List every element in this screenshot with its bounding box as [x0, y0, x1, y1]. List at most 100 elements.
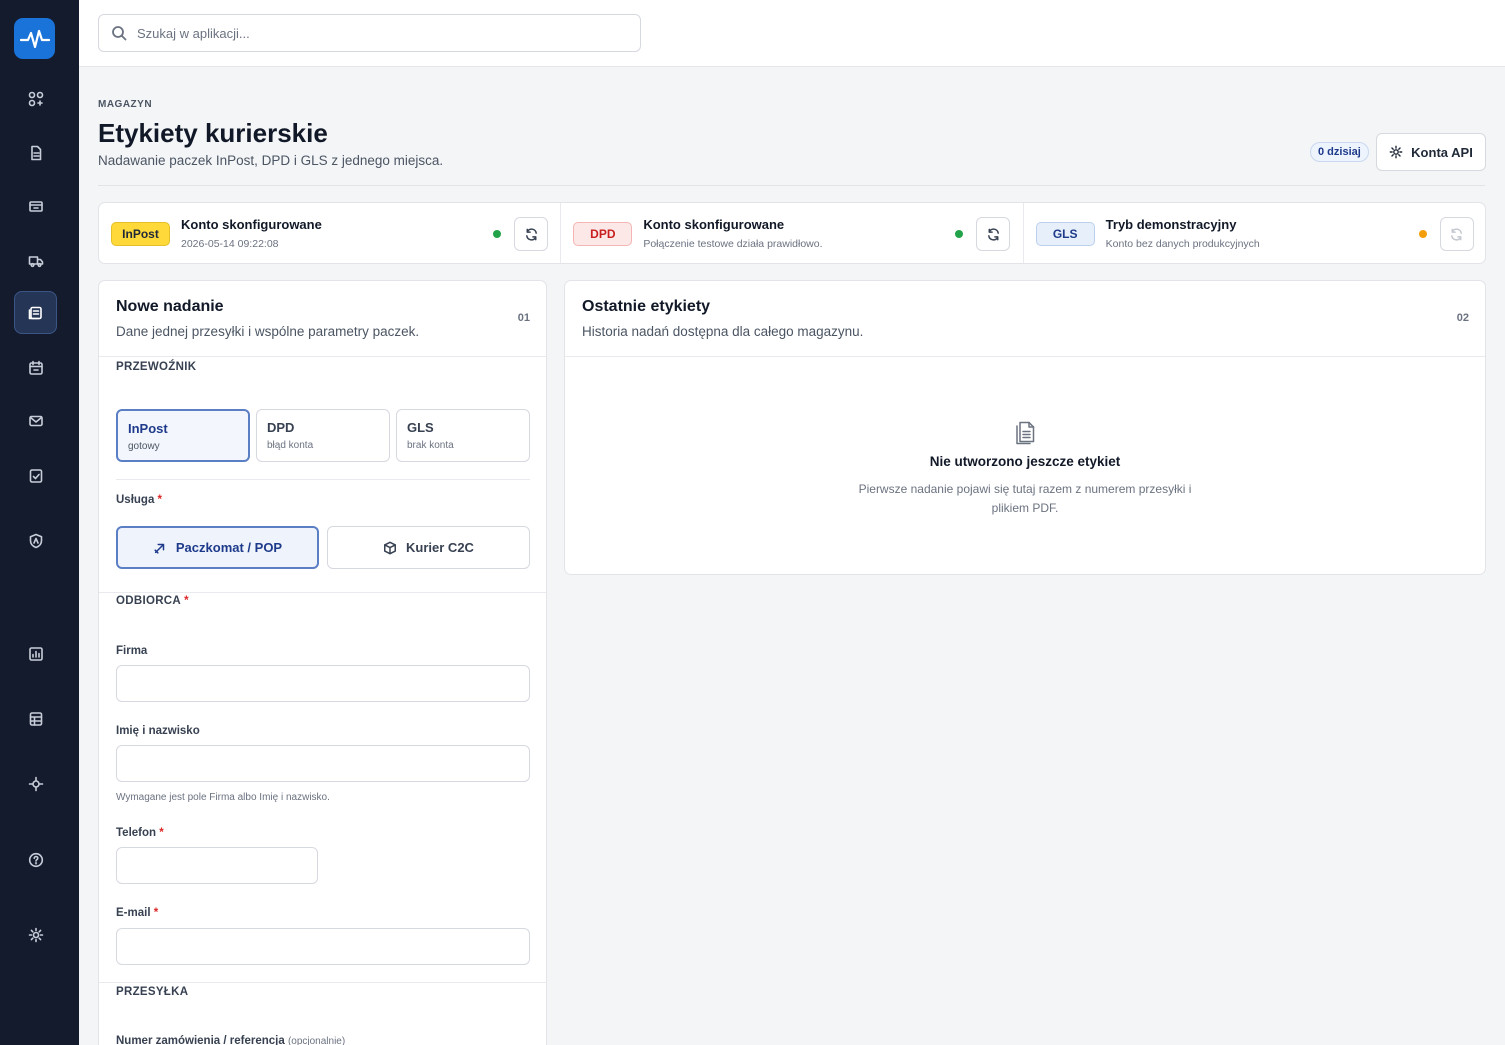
status-title: Konto skonfigurowane [643, 217, 785, 232]
order-reference-label-text: Numer zamówienia / referencja [116, 1035, 285, 1045]
breadcrumb: MAGAZYN [98, 99, 153, 110]
sidebar-item-tasks[interactable] [14, 454, 57, 497]
email-field[interactable] [116, 928, 530, 965]
carrier-status-strip: InPost Konto skonfigurowane 2026-05-14 0… [98, 202, 1486, 264]
service-label: Kurier C2C [406, 540, 474, 555]
carrier-option-gls[interactable]: GLS brak konta [396, 409, 530, 462]
app-logo[interactable] [14, 18, 55, 59]
document-icon [30, 145, 41, 160]
inventory-icon [28, 200, 43, 212]
empty-state-description: Pierwsze nadanie pojawi się tutaj razem … [858, 482, 1192, 515]
status-description: Połączenie testowe działa prawidłowo. [643, 238, 823, 250]
truck-icon [28, 255, 43, 267]
sidebar-item-dashboard[interactable] [14, 77, 57, 120]
required-mark: * [184, 595, 189, 607]
shipment-section-label: PRZESYŁKA [116, 986, 189, 998]
service-label: Usługa * [116, 494, 162, 506]
empty-state-title: Nie utworzono jeszcze etykiet [929, 454, 1121, 469]
status-ok-indicator [493, 230, 501, 238]
sidebar-item-shipping[interactable] [14, 239, 57, 282]
panel-header: Ostatnie etykiety Historia nadań dostępn… [565, 281, 1485, 357]
dashboard-icon [28, 91, 43, 106]
recipient-section-label: ODBIORCA * [116, 595, 189, 607]
phone-label: Telefon * [116, 827, 164, 839]
checklist-icon [29, 468, 42, 483]
integrations-icon [28, 776, 43, 791]
refresh-icon [987, 227, 999, 241]
carrier-option-dpd[interactable]: DPD błąd konta [256, 409, 390, 462]
carrier-state: brak konta [407, 440, 454, 451]
sidebar-item-integrations[interactable] [14, 762, 57, 805]
refresh-gls-button[interactable] [1439, 217, 1474, 251]
panel-subtitle: Dane jednej przesyłki i wspólne parametr… [116, 324, 420, 339]
header-divider [98, 185, 1485, 186]
status-warning-indicator [1418, 230, 1427, 238]
sidebar-item-theme[interactable] [14, 913, 57, 956]
company-field[interactable] [116, 665, 530, 702]
search-input[interactable] [137, 25, 617, 41]
sidebar-item-messages[interactable] [14, 399, 57, 442]
carrier-section-label: PRZEWOŹNIK [116, 361, 197, 373]
page-subtitle: Nadawanie paczek InPost, DPD i GLS z jed… [98, 153, 444, 168]
name-field[interactable] [116, 745, 530, 782]
panel-subtitle: Historia nadań dostępna dla całego magaz… [582, 324, 864, 339]
service-courier-button[interactable]: Kurier C2C [327, 526, 530, 569]
refresh-dpd-button[interactable] [976, 217, 1011, 251]
empty-documents-icon [1012, 419, 1038, 445]
carrier-state: błąd konta [267, 440, 314, 451]
sidebar-item-inventory[interactable] [14, 184, 57, 227]
required-mark: * [157, 494, 163, 506]
table-icon [29, 711, 42, 726]
today-count-badge: 0 dzisiaj [1310, 142, 1369, 162]
chart-icon [28, 646, 43, 661]
panel-number: 01 [517, 312, 530, 324]
new-shipment-panel: Nowe nadanie Dane jednej przesyłki i wsp… [98, 280, 547, 1045]
sidebar-item-help[interactable] [14, 838, 57, 881]
settings-icon [28, 927, 43, 942]
carrier-name: GLS [407, 420, 434, 435]
carrier-state: gotowy [128, 441, 160, 452]
panel-number: 02 [1456, 312, 1469, 324]
sidebar-item-calendar[interactable] [14, 346, 57, 389]
optional-note: (opcjonalnie) [287, 1036, 346, 1045]
company-label: Firma [116, 645, 148, 657]
sidebar-item-security[interactable] [14, 519, 57, 562]
status-inpost: InPost Konto skonfigurowane 2026-05-14 0… [99, 203, 562, 263]
search-icon [112, 26, 127, 41]
service-paczkomat-button[interactable]: Paczkomat / POP [116, 526, 319, 569]
sidebar-item-documents[interactable] [14, 131, 57, 174]
refresh-icon [1451, 227, 1463, 241]
panel-title: Nowe nadanie [116, 298, 224, 315]
api-accounts-button[interactable]: Konta API [1376, 133, 1486, 171]
pulse-icon [19, 29, 50, 48]
api-accounts-label: Konta API [1411, 144, 1473, 160]
recipient-label-text: ODBIORCA [116, 595, 181, 607]
status-title: Konto skonfigurowane [181, 217, 322, 232]
status-dpd: DPD Konto skonfigurowane Połączenie test… [561, 203, 1024, 263]
carrier-name: DPD [267, 420, 295, 435]
pin-arrow-icon [154, 543, 165, 554]
mail-icon [28, 415, 43, 426]
status-title: Tryb demonstracyjny [1105, 217, 1237, 232]
sidebar-item-tables[interactable] [14, 697, 57, 740]
carrier-option-inpost[interactable]: InPost gotowy [116, 409, 250, 462]
inpost-logo: InPost [111, 222, 170, 246]
search-box[interactable] [98, 14, 641, 52]
sidebar-item-reports[interactable] [14, 632, 57, 675]
required-mark: * [159, 827, 164, 839]
help-icon [28, 852, 43, 867]
status-ok-indicator [955, 230, 964, 238]
email-label-text: E-mail [116, 907, 151, 919]
dpd-logo: DPD [573, 222, 633, 246]
phone-field[interactable] [116, 847, 318, 884]
service-label: Paczkomat / POP [175, 540, 283, 555]
calendar-icon [28, 360, 43, 375]
sidebar-item-labels[interactable] [14, 291, 57, 334]
phone-label-text: Telefon [116, 827, 157, 839]
name-label: Imię i nazwisko [116, 725, 200, 737]
divider [99, 982, 546, 983]
refresh-inpost-button[interactable] [514, 217, 548, 251]
top-bar [79, 0, 1505, 67]
status-timestamp: 2026-05-14 09:22:08 [181, 238, 279, 250]
gls-logo: GLS [1035, 222, 1095, 246]
